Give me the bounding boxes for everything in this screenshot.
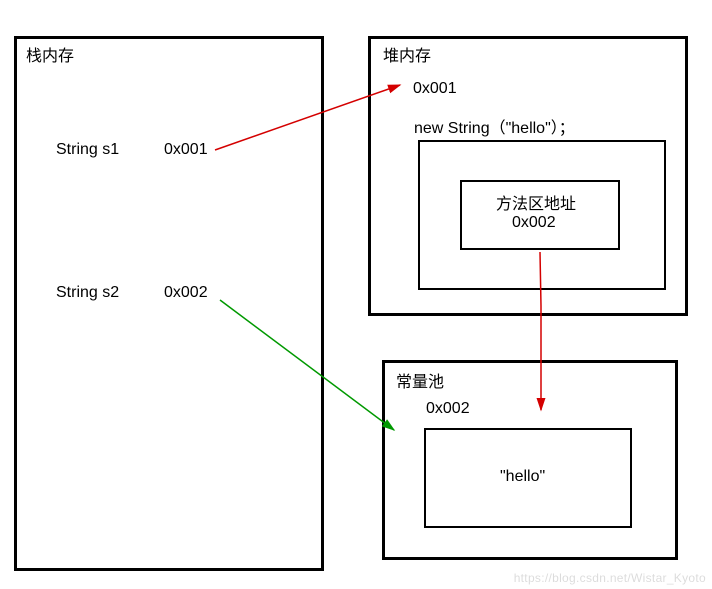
stack-box <box>14 36 324 571</box>
heap-title: 堆内存 <box>383 42 431 66</box>
s1-label: String s1 <box>56 141 119 159</box>
s2-addr: 0x002 <box>164 284 208 302</box>
s1-addr: 0x001 <box>164 141 208 159</box>
s2-label: String s2 <box>56 284 119 302</box>
pool-value: "hello" <box>500 468 545 486</box>
heap-new-expr: new String（"hello"）； <box>414 114 575 138</box>
watermark: https://blog.csdn.net/Wistar_Kyoto <box>514 571 706 585</box>
pool-title: 常量池 <box>396 368 444 392</box>
stack-title: 栈内存 <box>26 42 74 66</box>
heap-inner-addr: 0x002 <box>512 214 556 232</box>
pool-addr: 0x002 <box>426 400 470 418</box>
heap-addr: 0x001 <box>413 80 457 98</box>
heap-inner-label: 方法区地址 <box>496 190 576 214</box>
